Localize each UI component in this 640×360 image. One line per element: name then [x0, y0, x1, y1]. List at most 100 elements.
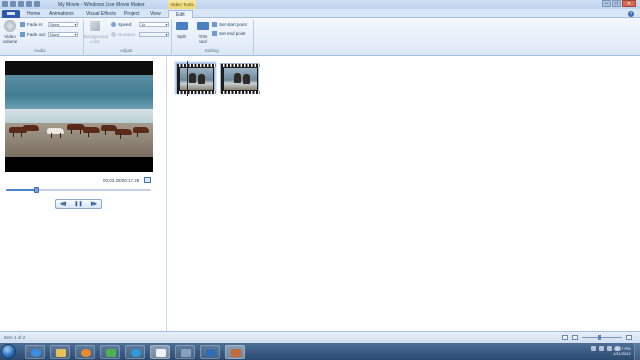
taskbar-movie-maker-icon[interactable]	[225, 344, 245, 359]
pause-icon[interactable]: ❚❚	[74, 201, 82, 207]
seek-bar-progress	[6, 189, 37, 191]
speed-icon	[111, 22, 116, 27]
app-menu-icon[interactable]	[2, 1, 8, 7]
horse-figure	[115, 129, 132, 135]
tab-view[interactable]: View	[150, 10, 161, 18]
split-label[interactable]: Split	[177, 34, 186, 39]
background-color-label[interactable]: Background color	[84, 34, 108, 44]
file-menu-button[interactable]	[2, 9, 20, 18]
previous-frame-icon[interactable]: ◀▮	[60, 201, 67, 207]
ribbon-separator	[253, 20, 254, 54]
storyboard[interactable]	[166, 56, 640, 331]
redo-icon[interactable]	[26, 1, 32, 7]
seek-thumb[interactable]	[33, 187, 39, 193]
horse-leg	[137, 132, 138, 137]
playback-controls: ◀▮ ❚❚ ▮▶	[55, 199, 102, 209]
ribbon-separator	[171, 20, 172, 54]
horse-figure	[47, 128, 64, 134]
set-start-point-button[interactable]: Set start point	[219, 22, 247, 27]
video-volume-label[interactable]: Video volume	[2, 34, 18, 44]
speed-select[interactable]: 1x	[139, 22, 169, 27]
tab-visual-effects[interactable]: Visual Effects	[86, 10, 116, 18]
tab-animations[interactable]: Animations	[49, 10, 74, 18]
split-icon[interactable]	[176, 22, 188, 30]
duration-select[interactable]	[139, 32, 169, 37]
taskbar-media-player-icon[interactable]	[75, 344, 95, 359]
horse-leg	[51, 133, 52, 138]
clip-thumbnail	[180, 68, 213, 90]
taskbar-ie-icon[interactable]	[25, 344, 45, 359]
trim-tool-label[interactable]: Trim tool	[196, 34, 210, 44]
customize-qat-icon[interactable]	[34, 1, 40, 7]
video-frame-letterbox	[5, 157, 153, 172]
clip-thumbnail	[224, 68, 257, 90]
trim-tool-icon[interactable]	[197, 22, 209, 30]
set-end-point-button[interactable]: Set end point	[219, 31, 246, 36]
horse-leg	[80, 129, 81, 134]
seek-bar[interactable]	[6, 189, 151, 191]
video-frame-surf	[5, 109, 153, 123]
clock-date: 1/11/2012	[613, 351, 631, 356]
undo-icon[interactable]	[18, 1, 24, 7]
window-controls: – □ ✕	[602, 0, 636, 7]
horse-leg	[21, 132, 22, 137]
speed-label: Speed:	[118, 22, 133, 27]
duration-label: Duration:	[118, 32, 137, 37]
next-frame-icon[interactable]: ▮▶	[90, 201, 97, 207]
item-count: Item 1 of 2	[4, 335, 26, 340]
horse-figure	[83, 127, 100, 133]
zoom-in-icon[interactable]	[626, 335, 632, 340]
clip-1[interactable]	[176, 63, 216, 94]
start-button[interactable]	[1, 344, 16, 359]
adjust-group-label: Adjust	[120, 48, 133, 53]
fade-out-select[interactable]: None	[48, 32, 78, 37]
zoom-out-icon[interactable]	[572, 335, 578, 340]
taskbar: 12:37 PM 1/11/2012	[0, 343, 640, 360]
taskbar-explorer-icon[interactable]	[50, 344, 70, 359]
fade-in-label: Fade in:	[27, 22, 44, 27]
show-desktop-button[interactable]	[634, 343, 640, 360]
horse-leg	[105, 130, 106, 135]
taskbar-app-icon[interactable]	[200, 344, 220, 359]
close-button[interactable]: ✕	[622, 0, 636, 7]
video-volume-icon[interactable]	[4, 20, 16, 32]
taskbar-app-icon[interactable]	[150, 344, 170, 359]
title-bar: Video Tools My Movie - Windows Live Movi…	[0, 0, 640, 9]
quick-access-toolbar	[2, 1, 40, 7]
fullscreen-preview-button[interactable]	[144, 177, 151, 183]
editing-group-label: Editing	[205, 48, 219, 53]
video-tools-context-label: Video Tools	[168, 0, 196, 9]
tray-icon[interactable]	[599, 346, 604, 351]
ribbon-tabs: Home Animations Visual Effects Project V…	[0, 9, 640, 19]
set-start-point-icon	[212, 22, 217, 27]
tab-project[interactable]: Project	[124, 10, 140, 18]
film-sprocket	[221, 64, 260, 67]
taskbar-app-icon[interactable]	[125, 344, 145, 359]
horse-leg	[60, 133, 61, 138]
horse-figure	[23, 125, 39, 131]
taskbar-clock[interactable]: 12:37 PM 1/11/2012	[611, 346, 633, 356]
window-title: My Movie - Windows Live Movie Maker	[58, 1, 145, 8]
clip-2[interactable]	[220, 63, 260, 94]
help-icon[interactable]: ?	[628, 10, 634, 17]
status-bar: Item 1 of 2	[0, 331, 640, 343]
timecode: 00:03.28/00:17.28	[103, 178, 140, 183]
background-color-icon[interactable]	[90, 21, 100, 31]
film-sprocket	[177, 64, 216, 67]
audio-group-label: Audio	[34, 48, 46, 53]
film-sprocket	[177, 91, 216, 94]
taskbar-app-icon[interactable]	[175, 344, 195, 359]
thumbnail-figure	[198, 74, 205, 84]
fade-in-select[interactable]: None	[48, 22, 78, 27]
zoom-slider[interactable]	[582, 337, 622, 338]
storyboard-playhead[interactable]	[187, 61, 188, 96]
thumbnail-size-icon[interactable]	[562, 335, 568, 340]
minimize-button[interactable]: –	[602, 0, 611, 7]
save-icon[interactable]	[10, 1, 16, 7]
tray-icon[interactable]	[591, 346, 596, 351]
video-preview[interactable]	[5, 61, 153, 172]
zoom-slider-thumb[interactable]	[598, 335, 601, 340]
maximize-button[interactable]: □	[612, 0, 621, 7]
taskbar-app-icon[interactable]	[100, 344, 120, 359]
tab-home[interactable]: Home	[27, 10, 40, 18]
